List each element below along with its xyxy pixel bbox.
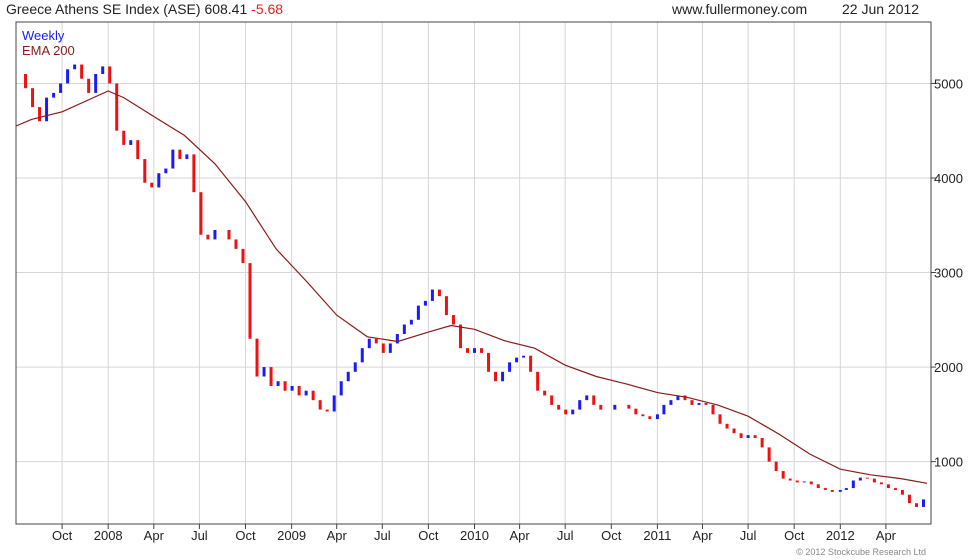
x-axis: Oct 2008 Apr Jul Oct 2009 Apr Jul Oct 2010 Apr Jul O…: [52, 524, 897, 543]
x-tick-label: Jul: [374, 528, 391, 543]
x-tick-label: 2011: [643, 528, 671, 543]
x-tick-label: Apr: [509, 528, 530, 543]
y-tick-label: 2000: [934, 360, 963, 375]
x-tick-label: Oct: [601, 528, 622, 543]
y-axis: 1000 2000 3000 4000 5000: [931, 76, 963, 470]
copyright-notice: © 2012 Stockcube Research Ltd: [796, 547, 926, 557]
y-tick-label: 5000: [934, 76, 963, 91]
x-tick-label: Apr: [144, 528, 165, 543]
y-tick-label: 4000: [934, 171, 963, 186]
legend-weekly: Weekly: [22, 28, 65, 43]
x-tick-label: Oct: [52, 528, 73, 543]
x-tick-label: Apr: [327, 528, 348, 543]
x-tick-label: Jul: [557, 528, 574, 543]
y-tick-label: 3000: [934, 266, 963, 281]
x-tick-label: 2010: [460, 528, 489, 543]
x-tick-label: Jul: [740, 528, 757, 543]
x-tick-label: Oct: [235, 528, 256, 543]
x-tick-label: 2012: [826, 528, 855, 543]
x-tick-label: Apr: [692, 528, 713, 543]
x-tick-label: Oct: [418, 528, 439, 543]
x-tick-label: 2009: [277, 528, 306, 543]
y-tick-label: 1000: [934, 455, 963, 470]
price-chart: 1000 2000 3000 4000 5000 Oct 2008 Apr Jul Oct 200…: [15, 21, 963, 557]
x-tick-label: Jul: [191, 528, 208, 543]
x-tick-label: Oct: [784, 528, 805, 543]
x-tick-label: Apr: [876, 528, 897, 543]
x-tick-label: 2008: [94, 528, 123, 543]
legend-ema-200: EMA 200: [22, 43, 75, 58]
